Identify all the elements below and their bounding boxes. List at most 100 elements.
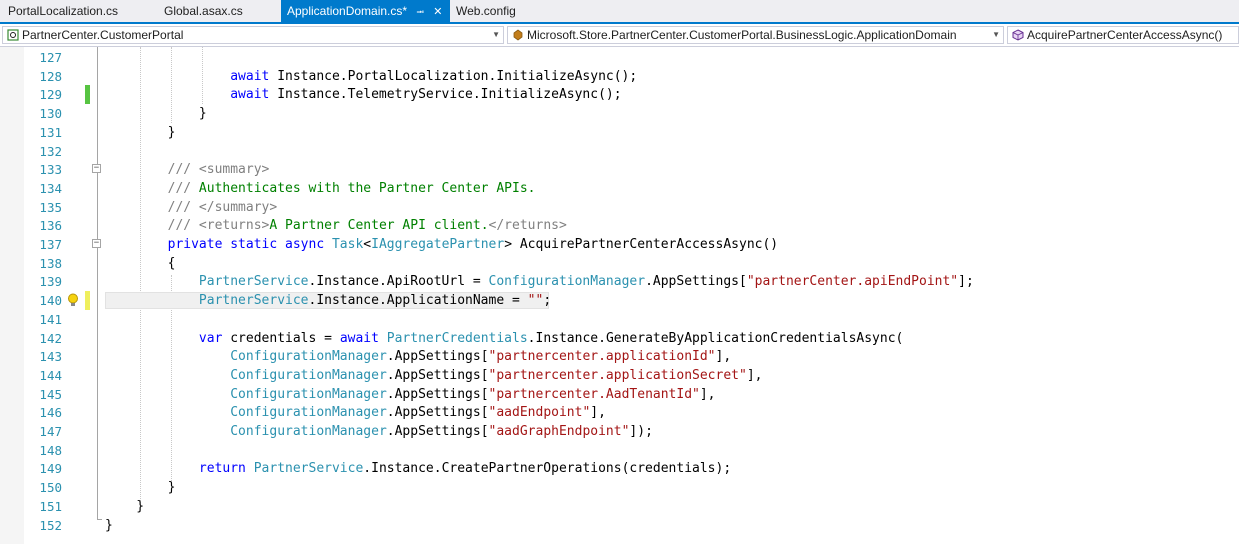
code-token: .AppSettings[ <box>386 367 489 383</box>
code-token: IAggregatePartner <box>371 237 505 252</box>
code-editor[interactable]: 127 128 await Instance.PortalLocalization… <box>0 47 1239 544</box>
code-token: "partnercenter.applicationSecret" <box>488 367 747 383</box>
code-line[interactable]: 143 ConfigurationManager.AppSettings["pa… <box>0 347 1239 366</box>
line-number: 150 <box>39 480 62 496</box>
code-token: "aadEndpoint" <box>488 405 591 421</box>
code-token: } <box>105 106 207 122</box>
code-token: await <box>339 330 387 346</box>
code-line[interactable]: 127 <box>0 48 1239 67</box>
navigation-bar: PartnerCenter.CustomerPortal ▼ Microsoft… <box>0 24 1239 47</box>
code-line[interactable]: 144 ConfigurationManager.AppSettings["pa… <box>0 366 1239 385</box>
code-line[interactable]: 137 − private static async Task<IAggregat… <box>0 235 1239 254</box>
close-icon[interactable]: ✕ <box>433 1 442 23</box>
code-line[interactable]: 133 − /// <summary> <box>0 160 1239 179</box>
code-token: .AppSettings[ <box>386 405 489 421</box>
code-token: > AcquirePartnerCenterAccessAsync() <box>504 237 779 252</box>
line-number: 139 <box>39 274 62 290</box>
code-line[interactable]: 136 /// <returns>A Partner Center API cl… <box>0 216 1239 235</box>
code-token: } <box>105 498 145 514</box>
code-token: /// <box>105 162 199 178</box>
code-token: ConfigurationManager <box>230 424 387 439</box>
line-number: 129 <box>39 87 62 103</box>
code-line[interactable]: 149 return PartnerService.Instance.Creat… <box>0 459 1239 478</box>
tab-portal-localization[interactable]: PortalLocalization.cs <box>2 0 124 22</box>
code-line[interactable]: 151 } <box>0 497 1239 516</box>
code-line[interactable]: 130 } <box>0 104 1239 123</box>
line-number: 131 <box>39 124 62 140</box>
code-line[interactable]: 145 ConfigurationManager.AppSettings["pa… <box>0 385 1239 404</box>
line-number: 135 <box>39 199 62 215</box>
code-text: ConfigurationManager.AppSettings["partne… <box>105 385 715 404</box>
code-text: } <box>105 516 113 535</box>
tab-label: Global.asax.cs <box>164 4 243 18</box>
line-number: 145 <box>39 386 62 402</box>
line-number: 132 <box>39 143 62 159</box>
collapse-toggle[interactable]: − <box>92 239 101 248</box>
project-dropdown[interactable]: PartnerCenter.CustomerPortal ▼ <box>2 26 504 44</box>
code-text: await Instance.PortalLocalization.Initia… <box>105 67 637 86</box>
project-name: PartnerCenter.CustomerPortal <box>22 28 184 42</box>
code-token: var <box>105 330 231 346</box>
line-number: 128 <box>39 68 62 84</box>
code-text: { <box>105 254 176 273</box>
code-line[interactable]: 142 var credentials = await PartnerCrede… <box>0 329 1239 348</box>
code-line[interactable]: 148 <box>0 441 1239 460</box>
code-token: { <box>105 255 176 271</box>
code-token: } <box>105 124 176 140</box>
line-number: 134 <box>39 180 62 196</box>
code-token: /// <box>105 218 199 234</box>
code-text: /// Authenticates with the Partner Cente… <box>105 179 536 198</box>
code-line[interactable]: 147 ConfigurationManager.AppSettings["aa… <box>0 422 1239 441</box>
code-token: } <box>105 517 113 533</box>
code-token: private static async <box>105 237 332 252</box>
code-text: /// </summary> <box>105 198 278 217</box>
line-number: 152 <box>39 517 62 533</box>
code-line[interactable]: 140 PartnerService.Instance.ApplicationN… <box>0 291 1239 311</box>
code-text: private static async Task<IAggregatePart… <box>105 235 779 254</box>
code-line[interactable]: 139 PartnerService.Instance.ApiRootUrl =… <box>0 272 1239 291</box>
code-line[interactable]: 146 ConfigurationManager.AppSettings["aa… <box>0 403 1239 422</box>
code-line[interactable]: 135 /// </summary> <box>0 198 1239 217</box>
code-token: .Instance.GenerateByApplicationCredentia… <box>527 330 904 346</box>
code-token: Instance.PortalLocalization.InitializeAs… <box>277 68 638 84</box>
tab-global-asax[interactable]: Global.asax.cs <box>158 0 249 22</box>
code-text: var credentials = await PartnerCredentia… <box>105 329 903 348</box>
code-token: Authenticates with the Partner Center AP… <box>198 180 536 196</box>
code-line[interactable]: 150 } <box>0 478 1239 497</box>
code-line[interactable]: 131 } <box>0 123 1239 142</box>
code-line[interactable]: 152} <box>0 516 1239 535</box>
code-token: .AppSettings[ <box>386 424 489 439</box>
code-token: <summary> <box>198 162 270 178</box>
lightbulb-icon[interactable] <box>66 293 80 308</box>
collapse-toggle[interactable]: − <box>92 164 101 174</box>
pin-icon[interactable]: ⭲ <box>416 2 424 24</box>
line-number: 143 <box>39 349 62 365</box>
code-line[interactable]: 141 <box>0 310 1239 329</box>
code-token: .Instance.ApiRootUrl = <box>308 274 489 290</box>
code-token: /// <box>105 180 199 196</box>
type-dropdown[interactable]: Microsoft.Store.PartnerCenter.CustomerPo… <box>507 26 1004 44</box>
code-token: "aadGraphEndpoint" <box>488 424 630 439</box>
code-line[interactable]: 129 await Instance.TelemetryService.Init… <box>0 85 1239 105</box>
line-number: 133 <box>39 162 62 178</box>
code-token: PartnerService <box>198 274 309 290</box>
code-line[interactable]: 138 { <box>0 254 1239 273</box>
tab-web-config[interactable]: Web.config <box>450 0 522 22</box>
line-number: 146 <box>39 405 62 421</box>
code-token: await <box>105 87 278 103</box>
method-icon <box>1012 29 1024 41</box>
tab-application-domain[interactable]: ApplicationDomain.cs* ⭲ ✕ <box>281 0 450 24</box>
code-line[interactable]: 132 <box>0 142 1239 161</box>
code-text: ConfigurationManager.AppSettings["aadGra… <box>105 422 653 441</box>
code-line[interactable]: 128 await Instance.PortalLocalization.In… <box>0 67 1239 86</box>
tab-label: Web.config <box>456 4 516 18</box>
type-name: Microsoft.Store.PartnerCenter.CustomerPo… <box>527 28 957 42</box>
code-line[interactable]: 134 /// Authenticates with the Partner C… <box>0 179 1239 198</box>
member-dropdown[interactable]: AcquirePartnerCenterAccessAsync() <box>1007 26 1239 44</box>
code-text: /// <returns>A Partner Center API client… <box>105 216 567 235</box>
